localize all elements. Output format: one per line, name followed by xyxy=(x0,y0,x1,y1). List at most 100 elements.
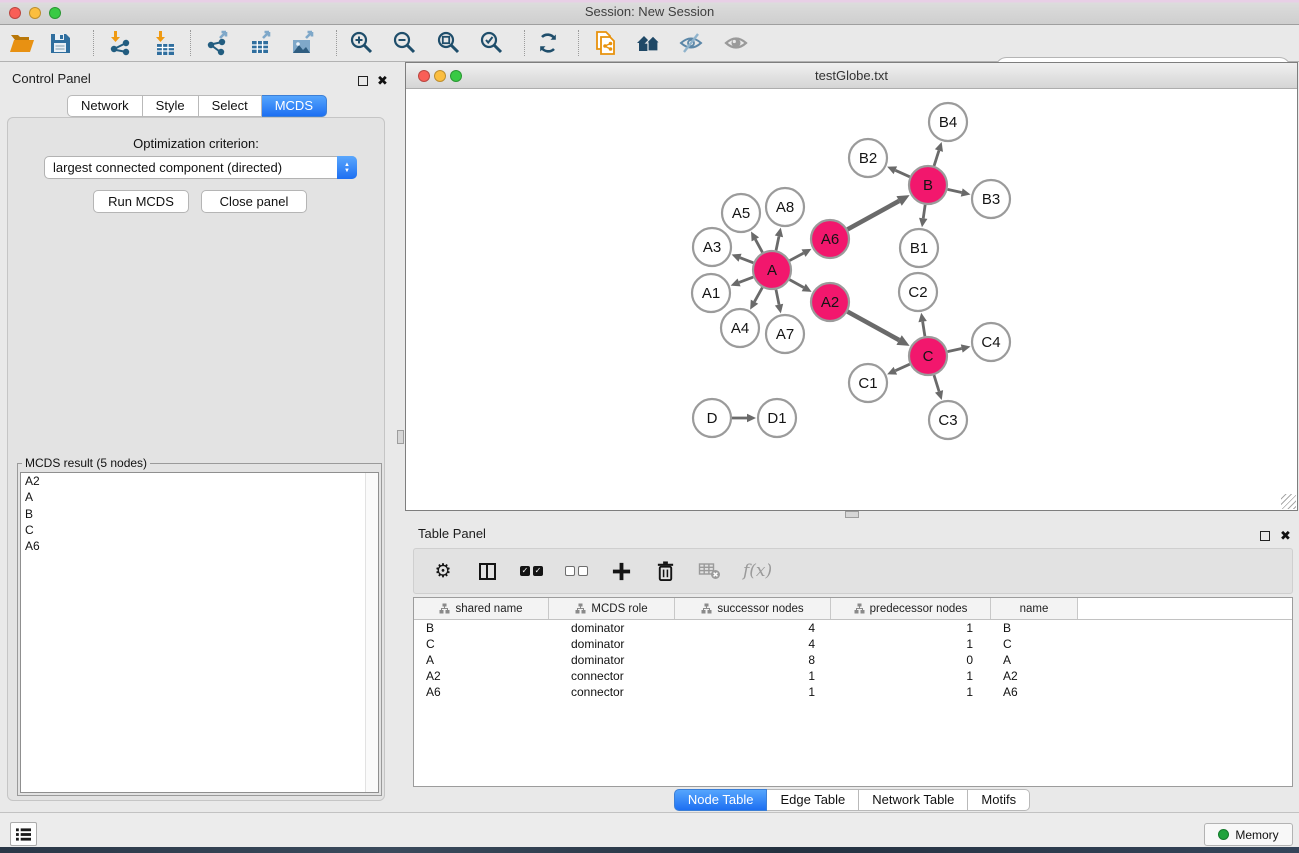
show-columns-icon[interactable] xyxy=(476,558,498,584)
export-network-icon[interactable] xyxy=(201,28,235,58)
graph-edge-C-C2[interactable] xyxy=(923,322,925,337)
table-tab-node-table[interactable]: Node Table xyxy=(674,789,768,811)
zoom-fit-icon[interactable] xyxy=(432,28,466,58)
table-float-icon[interactable] xyxy=(1260,528,1270,546)
graph-edge-B-B1[interactable] xyxy=(923,205,925,219)
import-table-icon[interactable] xyxy=(148,28,182,58)
mcds-result-item[interactable]: A xyxy=(21,489,378,505)
table-tab-network-table[interactable]: Network Table xyxy=(859,789,968,811)
tab-mcds[interactable]: MCDS xyxy=(262,95,327,117)
table-tab-edge-table[interactable]: Edge Table xyxy=(767,789,859,811)
table-cell: 1 xyxy=(831,620,991,636)
column-header-successor-nodes[interactable]: successor nodes xyxy=(675,598,831,619)
graph-edge-A-A1[interactable] xyxy=(739,277,753,282)
table-row[interactable]: A2connector11A2 xyxy=(414,668,1292,684)
table-close-icon[interactable]: ✖ xyxy=(1280,527,1291,545)
optimization-criterion-dropdown[interactable]: largest connected component (directed) ▲… xyxy=(44,156,357,179)
network-graph[interactable]: AA1A2A3A4A5A6A7A8BB1B2B3B4CC1C2C3C4DD1 xyxy=(406,89,1297,510)
tab-select[interactable]: Select xyxy=(199,95,262,117)
resize-grip-icon[interactable] xyxy=(1281,494,1296,509)
graph-edge-B-B4[interactable] xyxy=(934,151,939,166)
graph-node-label: A5 xyxy=(732,205,750,222)
graph-node-label: B xyxy=(923,177,933,194)
window-titlebar: Session: New Session xyxy=(0,0,1299,25)
graph-edge-A2-C[interactable] xyxy=(848,312,900,340)
desktop-wallpaper-strip xyxy=(0,847,1299,853)
zoom-in-icon[interactable] xyxy=(345,28,379,58)
table-cell: 8 xyxy=(675,652,831,668)
table-cell: 4 xyxy=(675,620,831,636)
graph-node-label: B4 xyxy=(939,114,957,131)
graph-edge-B-B3[interactable] xyxy=(948,189,962,192)
task-history-button[interactable] xyxy=(10,822,37,846)
table-mode-gear-icon[interactable]: ⚙ xyxy=(432,558,454,584)
mcds-result-item[interactable]: A6 xyxy=(21,538,378,554)
graph-edge-A-A3[interactable] xyxy=(740,258,753,263)
import-network-icon[interactable] xyxy=(103,28,137,58)
refresh-icon[interactable] xyxy=(531,28,565,58)
function-builder-icon[interactable]: f(x) xyxy=(743,558,772,584)
column-header-predecessor-nodes[interactable]: predecessor nodes xyxy=(831,598,991,619)
open-folder-icon[interactable] xyxy=(5,28,39,58)
graph-edge-A-A7[interactable] xyxy=(776,290,779,305)
graph-edge-arrowhead xyxy=(961,344,971,352)
table-cell: 1 xyxy=(831,668,991,684)
table-cell: 1 xyxy=(675,668,831,684)
graph-edge-arrowhead xyxy=(935,390,943,400)
tab-style[interactable]: Style xyxy=(143,95,199,117)
mcds-result-item[interactable]: A2 xyxy=(21,473,378,489)
graph-edge-A-A6[interactable] xyxy=(790,253,804,260)
mcds-result-item[interactable]: C xyxy=(21,522,378,538)
delete-table-icon[interactable] xyxy=(698,558,721,584)
select-all-icon[interactable]: ✓✓ xyxy=(520,558,543,584)
table-row[interactable]: Cdominator41C xyxy=(414,636,1292,652)
delete-column-icon[interactable] xyxy=(654,558,676,584)
network-canvas[interactable]: AA1A2A3A4A5A6A7A8BB1B2B3B4CC1C2C3C4DD1 xyxy=(406,89,1297,510)
memory-button[interactable]: Memory xyxy=(1204,823,1293,846)
zoom-out-icon[interactable] xyxy=(388,28,422,58)
table-row[interactable]: Adominator80A xyxy=(414,652,1292,668)
graph-edge-C-C4[interactable] xyxy=(948,349,962,352)
close-panel-button[interactable]: Close panel xyxy=(201,190,307,213)
tab-network[interactable]: Network xyxy=(67,95,143,117)
graph-edge-C-C3[interactable] xyxy=(934,375,939,391)
run-mcds-button[interactable]: Run MCDS xyxy=(93,190,189,213)
network-window-titlebar[interactable]: testGlobe.txt xyxy=(406,63,1297,89)
table-tab-motifs[interactable]: Motifs xyxy=(968,789,1030,811)
zoom-selected-icon[interactable] xyxy=(475,28,509,58)
export-image-icon[interactable] xyxy=(286,28,320,58)
table-cell: C xyxy=(991,636,1078,652)
deselect-all-icon[interactable] xyxy=(565,558,588,584)
table-cell: A2 xyxy=(414,668,549,684)
graph-edge-A-A4[interactable] xyxy=(754,288,762,302)
graph-edge-A6-B[interactable] xyxy=(848,201,900,229)
float-panel-icon[interactable] xyxy=(358,73,368,91)
close-panel-icon[interactable]: ✖ xyxy=(377,72,388,90)
graph-edge-A-A8[interactable] xyxy=(776,236,779,250)
column-header-mcds-role[interactable]: MCDS role xyxy=(549,598,675,619)
node-table: shared nameMCDS rolesuccessor nodesprede… xyxy=(413,597,1293,787)
mcds-result-item[interactable]: B xyxy=(21,506,378,522)
home-icon[interactable] xyxy=(631,28,665,58)
graph-edge-B-B2[interactable] xyxy=(895,170,909,176)
mcds-result-list[interactable]: A2ABCA6 xyxy=(20,472,379,793)
horizontal-divider-handle[interactable] xyxy=(845,511,859,518)
hide-eye-icon[interactable] xyxy=(674,28,708,58)
status-bar: Memory xyxy=(0,812,1299,847)
table-row[interactable]: A6connector11A6 xyxy=(414,684,1292,700)
table-row[interactable]: Bdominator41B xyxy=(414,620,1292,636)
graph-edge-C-C1[interactable] xyxy=(895,364,909,370)
clone-network-icon[interactable] xyxy=(588,28,622,58)
graph-edge-A-A2[interactable] xyxy=(790,280,804,288)
column-header-shared-name[interactable]: shared name xyxy=(414,598,549,619)
graph-edge-A-A5[interactable] xyxy=(755,239,762,252)
control-panel-title: Control Panel xyxy=(12,71,91,86)
add-column-icon[interactable] xyxy=(610,558,632,584)
vertical-divider-handle[interactable] xyxy=(397,430,404,444)
save-icon[interactable] xyxy=(43,28,77,58)
mcds-result-scrollbar[interactable] xyxy=(365,473,378,792)
column-header-name[interactable]: name xyxy=(991,598,1078,619)
graph-node-label: B1 xyxy=(910,240,928,257)
show-eye-icon[interactable] xyxy=(719,28,753,58)
export-table-icon[interactable] xyxy=(244,28,278,58)
